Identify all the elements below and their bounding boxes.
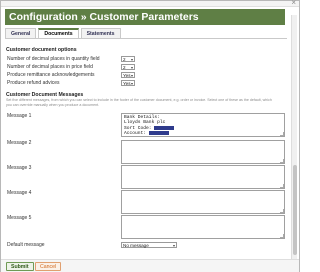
scrollbar-thumb[interactable]: [293, 165, 297, 255]
quantity-decimals-label: Number of decimal places in quantity fie…: [7, 56, 100, 62]
remittance-value: Yes: [123, 73, 131, 78]
price-decimals-value: 2: [123, 65, 126, 70]
refund-advices-select[interactable]: Yes ▾: [121, 80, 135, 86]
resize-grip-icon[interactable]: [280, 184, 284, 188]
quantity-decimals-select[interactable]: 2 ▾: [121, 56, 135, 62]
dialog-titlebar: ×: [1, 0, 299, 8]
remittance-label: Produce remittance acknowledgements: [7, 72, 95, 78]
account-label: Account:: [124, 131, 149, 137]
message-5-textarea[interactable]: [121, 215, 285, 239]
chevron-down-icon: ▾: [130, 81, 133, 86]
resize-grip-icon[interactable]: [280, 132, 284, 136]
message-4-textarea[interactable]: [121, 190, 285, 214]
default-message-value: No message: [123, 243, 149, 248]
default-message-select[interactable]: No message ▾: [121, 242, 177, 248]
price-decimals-label: Number of decimal places in price field: [7, 64, 93, 70]
message-2-textarea[interactable]: [121, 140, 285, 164]
message-3-textarea[interactable]: [121, 165, 285, 189]
price-decimals-select[interactable]: 2 ▾: [121, 64, 135, 70]
sort-code-label: Sort Code:: [124, 126, 155, 132]
message-1-line: Account:: [124, 131, 282, 137]
customer-parameters-dialog: × Configuration » Customer Parameters Ge…: [0, 0, 300, 272]
message-1-label: Message 1: [7, 113, 32, 119]
message-2-label: Message 2: [7, 140, 32, 146]
refund-advices-label: Produce refund advices: [7, 80, 60, 86]
resize-grip-icon[interactable]: [280, 234, 284, 238]
quantity-decimals-value: 2: [123, 57, 126, 62]
refund-advices-value: Yes: [123, 81, 131, 86]
page-title: Configuration » Customer Parameters: [5, 9, 285, 25]
messages-help-text: Set five different messages, from which …: [6, 98, 272, 107]
message-5-label: Message 5: [7, 215, 32, 221]
message-4-label: Message 4: [7, 190, 32, 196]
chevron-down-icon: ▾: [172, 243, 175, 248]
resize-grip-icon[interactable]: [280, 209, 284, 213]
chevron-down-icon: ▾: [130, 73, 133, 78]
resize-grip-icon[interactable]: [280, 159, 284, 163]
default-message-label: Default message: [7, 242, 45, 248]
chevron-down-icon: ▾: [130, 65, 133, 70]
close-icon[interactable]: ×: [291, 0, 296, 8]
message-3-label: Message 3: [7, 165, 32, 171]
vertical-scrollbar[interactable]: [291, 15, 297, 259]
redacted-account-number: [148, 131, 169, 136]
document-options-title: Customer document options: [6, 47, 77, 53]
redacted-sort-code: [154, 125, 175, 130]
chevron-down-icon: ▾: [130, 57, 133, 62]
cancel-button[interactable]: Cancel: [35, 262, 62, 271]
remittance-select[interactable]: Yes ▾: [121, 72, 135, 78]
tab-divider: [5, 38, 287, 39]
submit-button[interactable]: Submit: [6, 262, 34, 271]
dialog-footer: Submit Cancel: [1, 259, 299, 272]
message-1-textarea[interactable]: Bank Details: Lloyds Bank plc Sort Code: A…: [121, 113, 285, 137]
